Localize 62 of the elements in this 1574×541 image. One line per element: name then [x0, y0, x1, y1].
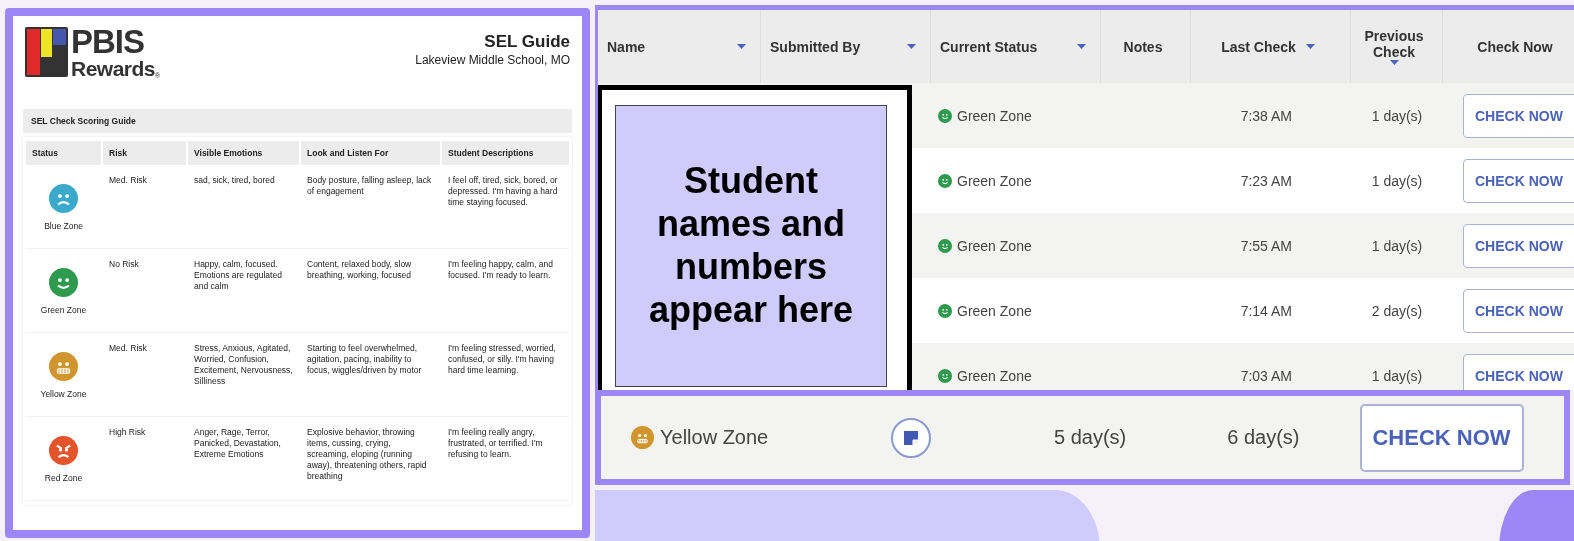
table-cell-text: Content, relaxed body, slow breathing, working, focused: [306, 258, 413, 283]
zone-label: Blue Zone: [44, 221, 83, 233]
table-cell-text: Anger, Rage, Terror, Panicked, Devastation, Extreme Emotions: [193, 426, 282, 462]
check-now-button[interactable]: CHECK NOW: [1359, 403, 1524, 472]
school-name: Lakeview Middle School, MO: [415, 53, 570, 67]
table-cell-text: I feel off, tired, sick, bored, or depressed. I'm having a hard time staying focused.: [447, 174, 559, 210]
notes-button[interactable]: [891, 417, 931, 458]
table-cell-text: Starting to feel overwhelmed, agitation, pacing, inability to focus, wiggles/driven by motor: [306, 342, 423, 378]
status-label: Green Zone: [957, 172, 1032, 189]
table-cell-text: I'm feeling really angry, frustrated, or terrified. I'm refusing to learn.: [447, 426, 544, 462]
status-label: Green Zone: [957, 367, 1032, 384]
last-check-time: 7:38 AM: [1239, 107, 1293, 124]
zone-label: Green Zone: [40, 305, 87, 317]
status-label: Yellow Zone: [660, 426, 769, 449]
check-now-button[interactable]: CHECK NOW: [1463, 353, 1574, 390]
zone-label: Yellow Zone: [40, 389, 87, 401]
column-header: Visible Emotions: [188, 141, 299, 165]
previous-check-days: 1 day(s): [1351, 107, 1443, 124]
sort-caret-icon: [1305, 44, 1315, 49]
days-value: 5 day(s): [1054, 426, 1127, 449]
table-cell-text: Body posture, falling asleep, lack of engagement: [306, 174, 433, 199]
previous-check-days: 1 day(s): [1351, 172, 1443, 189]
status-label: Green Zone: [957, 107, 1032, 124]
table-cell-text: Happy, calm, focused. Emotions are regulated and calm: [193, 258, 283, 294]
column-header: Student Descriptions: [442, 141, 569, 165]
last-check-time: 7:03 AM: [1239, 367, 1293, 384]
check-now-button[interactable]: CHECK NOW: [1463, 288, 1574, 333]
table-cell-text: No Risk: [108, 258, 140, 271]
sort-caret-icon: [907, 44, 916, 49]
logo-text: PBIS: [71, 25, 146, 58]
status-label: Green Zone: [957, 302, 1032, 319]
table-cell-text: I'm feeling happy, calm, and focused. I'm ready to learn.: [447, 258, 554, 283]
check-now-button[interactable]: CHECK NOW: [1463, 158, 1574, 203]
previous-check-days: 1 day(s): [1351, 367, 1443, 384]
logo-blocks-icon: [25, 27, 68, 77]
table-cell-text: Explosive behavior, throwing items, cussing, crying, screaming, eloping (running away), threatening others, rapid breathing: [306, 426, 428, 484]
table-cell-text: High Risk: [108, 426, 147, 439]
zone-label: Red Zone: [44, 473, 83, 485]
sort-caret-icon: [737, 44, 746, 49]
sort-caret-icon: [1077, 44, 1086, 49]
column-header: Look and Listen For: [301, 141, 440, 165]
previous-check-days: 1 day(s): [1351, 237, 1443, 254]
table-cell-text: Stress, Anxious, Agitated, Worried, Confusion, Excitement, Nervousness, Silliness: [193, 342, 294, 389]
section-title: SEL Check Scoring Guide: [23, 109, 572, 133]
table-cell-text: sad, sick, tired, bored: [193, 174, 276, 187]
check-now-button[interactable]: CHECK NOW: [1463, 223, 1574, 268]
table-cell-text: Med. Risk: [108, 174, 148, 187]
column-header: Risk: [103, 141, 186, 165]
guide-title: SEL Guide: [483, 32, 570, 52]
table-cell-text: Med. Risk: [108, 342, 148, 355]
last-check-time: 7:23 AM: [1239, 172, 1293, 189]
table-cell-text: I'm feeling stressed, worried, confused, or silly. I'm having hard time learning.: [447, 342, 557, 378]
days-value: 6 day(s): [1227, 426, 1300, 449]
sort-caret-icon: [1389, 60, 1399, 65]
column-header: Status: [26, 141, 101, 165]
last-check-time: 7:55 AM: [1239, 237, 1293, 254]
overlay-note: Student names and numbers appear here: [615, 105, 887, 387]
last-check-time: 7:14 AM: [1239, 302, 1293, 319]
previous-check-days: 2 day(s): [1351, 302, 1443, 319]
note-icon: [902, 428, 920, 447]
status-label: Green Zone: [957, 237, 1032, 254]
check-now-button[interactable]: CHECK NOW: [1463, 93, 1574, 138]
